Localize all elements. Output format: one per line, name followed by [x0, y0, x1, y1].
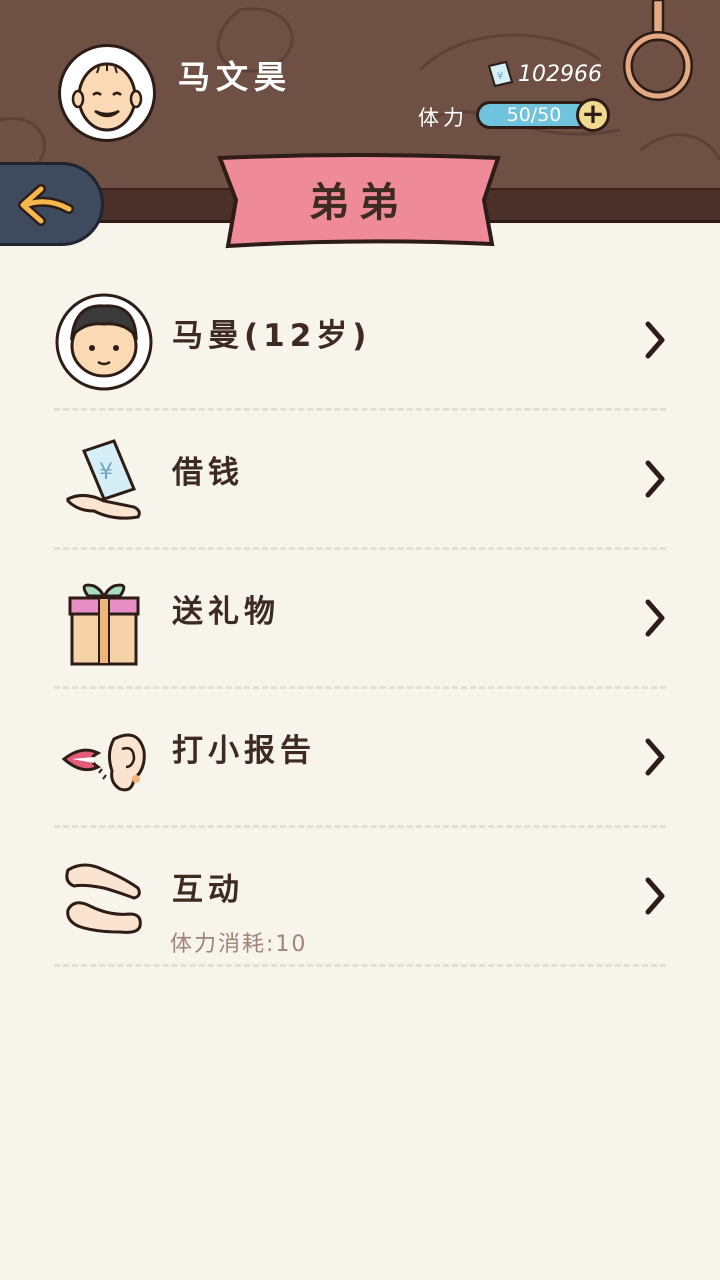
stamina-value: 50/50 — [506, 104, 562, 126]
player-avatar[interactable] — [58, 44, 156, 142]
money-hand-icon: ¥ — [54, 431, 154, 531]
hanging-ring-icon[interactable] — [622, 0, 694, 104]
stamina-label: 体力 — [418, 106, 468, 130]
chevron-right-icon — [645, 738, 665, 776]
list-item-character[interactable]: 马曼(12岁) — [54, 272, 666, 411]
chevron-right-icon — [645, 321, 665, 359]
list-item-give-gift[interactable]: 送礼物 — [54, 550, 666, 689]
svg-text:¥: ¥ — [99, 460, 113, 485]
money-display: ¥ 102966 — [486, 60, 602, 88]
list-item-tattle[interactable]: 打小报告 — [54, 689, 666, 828]
gift-icon — [54, 570, 154, 670]
chevron-right-icon — [645, 460, 665, 498]
svg-text:¥: ¥ — [497, 71, 503, 82]
boy-avatar-icon — [54, 292, 154, 392]
stamina-bar: 50/50 — [476, 101, 592, 129]
chevron-right-icon — [645, 599, 665, 637]
borrow-money-label: 借钱 — [172, 455, 244, 491]
character-name: 马曼(12岁) — [172, 318, 372, 354]
list-item-borrow-money[interactable]: ¥ 借钱 — [54, 411, 666, 550]
money-value: 102966 — [518, 61, 602, 87]
player-name: 马文昊 — [178, 58, 293, 96]
action-list: 马曼(12岁) ¥ 借钱 送礼物 打小报告 互动 体力消耗:10 — [54, 272, 666, 967]
old-man-face-icon — [71, 62, 143, 132]
give-gift-label: 送礼物 — [172, 594, 280, 630]
add-stamina-button[interactable]: + — [576, 98, 610, 132]
interact-label: 互动 — [172, 872, 244, 908]
back-button[interactable] — [0, 162, 104, 246]
stamina-cost-text: 体力消耗:10 — [170, 932, 308, 957]
whisper-ear-icon — [54, 709, 154, 809]
page-title: 弟弟 — [309, 180, 409, 226]
chevron-right-icon — [645, 877, 665, 915]
list-item-interact[interactable]: 互动 体力消耗:10 — [54, 828, 666, 967]
hands-icon — [54, 848, 154, 948]
money-note-icon: ¥ — [487, 60, 514, 88]
back-arrow-icon — [18, 184, 74, 226]
tattle-label: 打小报告 — [172, 733, 316, 769]
